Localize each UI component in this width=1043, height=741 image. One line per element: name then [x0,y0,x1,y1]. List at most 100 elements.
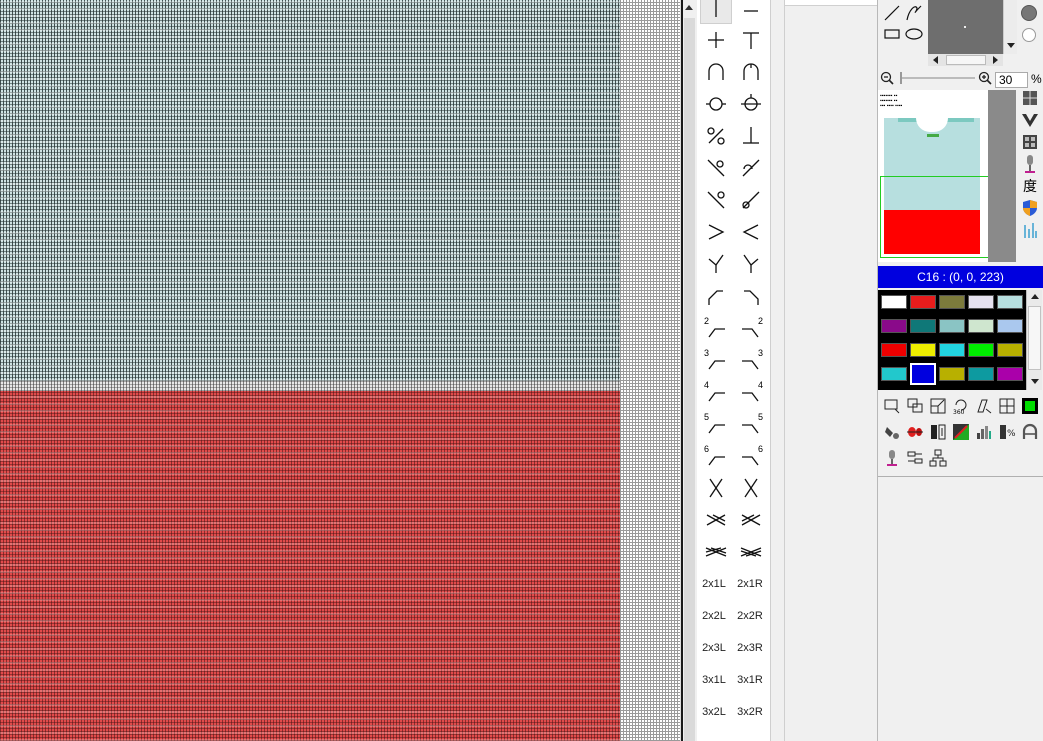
arch-tool-icon[interactable] [1020,422,1040,442]
stitch-tuck-icon[interactable] [735,26,767,54]
stitch-move-3-right-icon[interactable]: 3 [735,346,767,374]
stitch-inverted-t-icon[interactable] [735,122,767,150]
chart-bars-icon[interactable] [1020,220,1040,240]
stitch-greater-icon[interactable] [700,218,732,246]
cable-2x3r-button[interactable]: 2x3R [734,634,766,662]
stitch-move-4-right-icon[interactable]: 4 [735,378,767,406]
color-swatch[interactable] [997,295,1023,309]
v-stitch-icon[interactable] [1020,110,1040,130]
brush-tool-icon[interactable] [882,422,902,442]
stitch-bend-left-icon[interactable] [700,282,732,310]
zoom-value-input[interactable]: 30 [995,72,1028,88]
color-swatch[interactable] [939,367,965,381]
garment-preview[interactable]: ▪▪▪▪▪▪▪ ▪▪ ▪▪▪▪▪▪▪ ▪▪ ▪▪▪ ▪▪▪▪ ▪▪▪▪ [878,90,990,262]
grid-view-icon[interactable] [1020,88,1040,108]
stitch-arch-icon[interactable] [700,58,732,86]
cable-2x1l-button[interactable]: 2x1L [698,570,730,598]
scroll-up-icon[interactable] [1030,292,1040,302]
select-rect-icon[interactable] [882,396,902,416]
color-swatch[interactable] [910,343,936,357]
scroll-left-icon[interactable] [931,55,941,65]
curve-tool-icon[interactable] [906,5,922,21]
cable-3x-right-icon[interactable] [735,538,767,566]
cable-3x-icon[interactable] [700,538,732,566]
cable-3x2r-button[interactable]: 3x2R [734,698,766,726]
scroll-down-icon[interactable] [1006,40,1016,50]
stitch-move-6-left-icon[interactable]: 6 [700,442,732,470]
cable-2x2r-button[interactable]: 2x2R [734,602,766,630]
filled-shape-icon[interactable] [1021,5,1037,21]
cable-3x2l-button[interactable]: 3x2L [698,698,730,726]
cable-3x1l-button[interactable]: 3x1L [698,666,730,694]
color-swatch[interactable] [939,295,965,309]
stitch-move-6-right-icon[interactable]: 6 [735,442,767,470]
stitch-less-icon[interactable] [735,218,767,246]
stitch-move-5-right-icon[interactable]: 5 [735,410,767,438]
stitch-move-5-left-icon[interactable]: 5 [700,410,732,438]
stitch-transfer-left-icon[interactable] [700,250,732,278]
rectangle-tool-icon[interactable] [884,29,900,39]
color-swatch[interactable] [910,319,936,333]
stitch-palette-scrollbar[interactable] [770,0,784,741]
cable-1x1-right-icon[interactable] [735,474,767,502]
stitch-cross-icon[interactable] [700,26,732,54]
brush-preview-hscroll[interactable] [928,54,1003,66]
scroll-up-icon[interactable] [683,2,695,14]
preview-viewport-box[interactable] [880,176,990,258]
color-swatch[interactable] [968,319,994,333]
color-swatch[interactable] [968,343,994,357]
stitch-move-2-right-icon[interactable]: 2 [735,314,767,342]
cable-2x3l-button[interactable]: 2x3L [698,634,730,662]
stitch-slip-left-icon[interactable] [700,154,732,182]
color-swatch[interactable] [997,343,1023,357]
palette-scrollbar[interactable] [1026,290,1042,390]
preview-scroll-area[interactable] [988,90,1016,262]
cable-2x1-right-icon[interactable] [735,506,767,534]
stitch-percent-icon[interactable] [700,122,732,150]
cable-2x2l-button[interactable]: 2x2L [698,602,730,630]
scroll-right-icon[interactable] [990,55,1000,65]
cable-2x1r-button[interactable]: 2x1R [734,570,766,598]
canvas-vertical-scrollbar[interactable] [680,0,697,741]
split-area-icon[interactable] [997,396,1017,416]
stitch-move-3-left-icon[interactable]: 3 [700,346,732,374]
stitch-bend-right-icon[interactable] [735,282,767,310]
yarn-feeder-icon[interactable] [1020,154,1040,174]
stitch-move-2-left-icon[interactable]: 2 [700,314,732,342]
knit-grid-canvas[interactable] [0,0,680,741]
scroll-thumb[interactable] [1028,306,1041,370]
color-swatch[interactable] [910,295,936,309]
cable-2x1-icon[interactable] [700,506,732,534]
stitch-knit-icon[interactable] [700,0,732,24]
empty-grid-area[interactable] [620,0,680,741]
color-replace-icon[interactable] [951,422,971,442]
line-tool-icon[interactable] [884,5,900,21]
skew-icon[interactable] [974,396,994,416]
color-swatch[interactable] [997,319,1023,333]
brush-preview-vscroll[interactable] [1003,0,1017,54]
zoom-out-icon[interactable] [880,71,894,85]
stitch-move-4-left-icon[interactable]: 4 [700,378,732,406]
column-tool-icon[interactable] [928,422,948,442]
resize-area-icon[interactable] [928,396,948,416]
stitch-drop-left-icon[interactable] [700,186,732,214]
yarn-carrier-icon[interactable] [882,448,902,468]
stitch-circle-cross-icon[interactable] [735,90,767,118]
ellipse-tool-icon[interactable] [905,28,923,40]
zoom-in-icon[interactable] [978,71,992,85]
stitch-drop-right-icon[interactable] [735,186,767,214]
fill-green-icon[interactable] [1020,396,1040,416]
scrollbar-track[interactable] [684,18,695,741]
color-swatch[interactable] [939,319,965,333]
link-tool-icon[interactable] [905,422,925,442]
zoom-slider-thumb[interactable] [900,72,902,84]
zoom-slider-track[interactable] [900,77,975,79]
color-swatch[interactable] [881,295,907,309]
color-swatch-selected[interactable] [910,363,936,385]
cable-3x1r-button[interactable]: 3x1R [734,666,766,694]
rotate-360-icon[interactable]: 360 [951,396,971,416]
stitch-circle-icon[interactable] [700,90,732,118]
color-swatch[interactable] [968,295,994,309]
color-swatch[interactable] [881,343,907,357]
color-swatch[interactable] [939,343,965,357]
